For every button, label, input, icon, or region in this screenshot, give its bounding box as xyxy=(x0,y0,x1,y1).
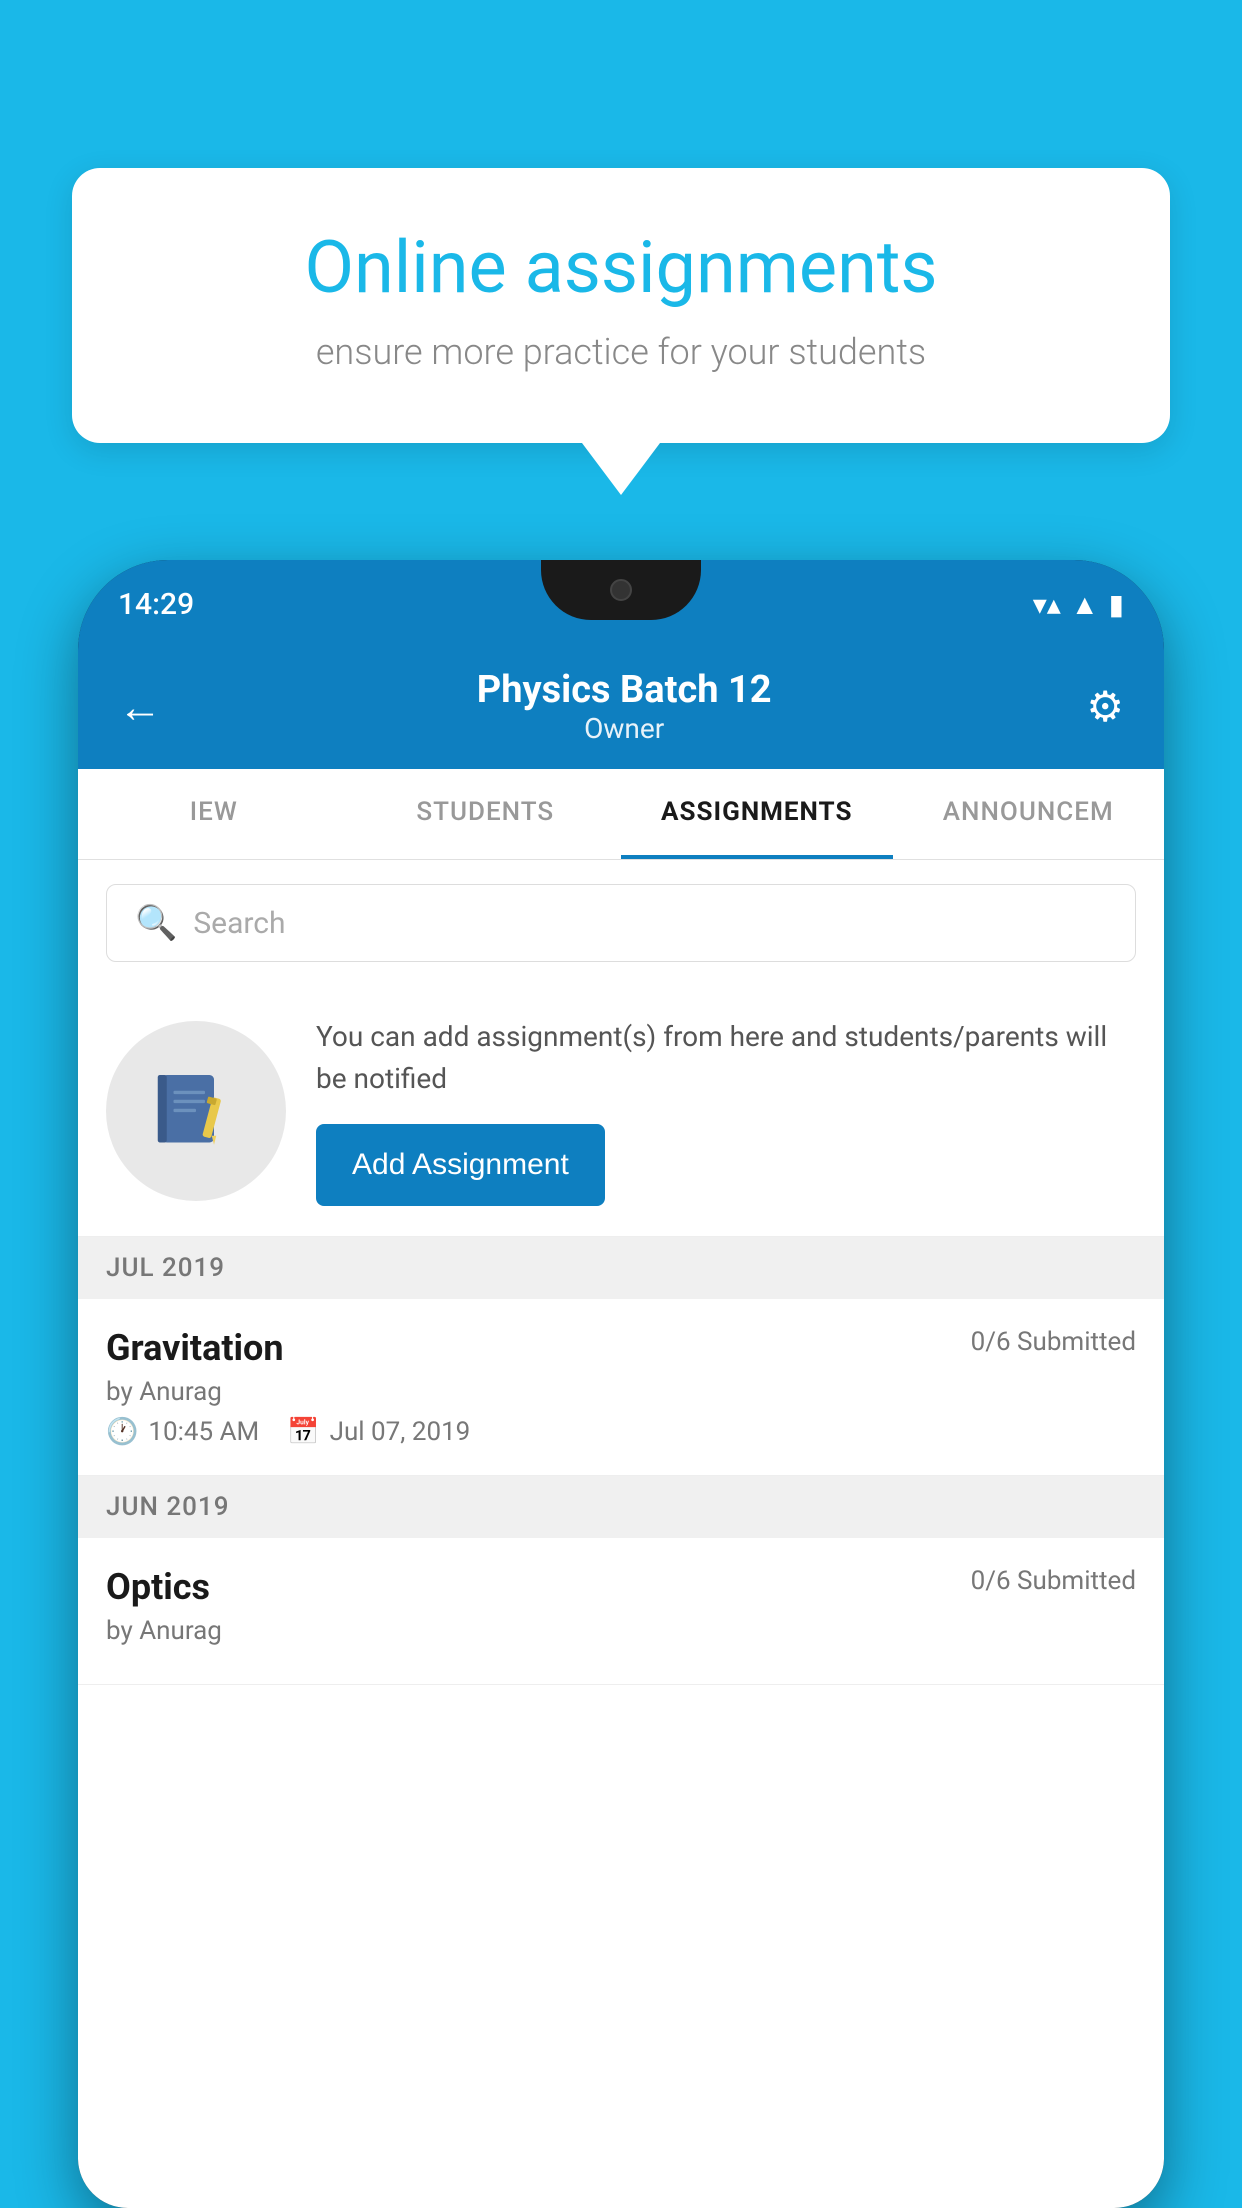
search-input[interactable]: Search xyxy=(193,906,285,941)
settings-icon[interactable]: ⚙ xyxy=(1086,682,1124,732)
bubble-title: Online assignments xyxy=(142,228,1100,307)
section-header-jul: JUL 2019 xyxy=(78,1237,1164,1299)
assignment-author: by Anurag xyxy=(106,1377,1136,1407)
calendar-icon: 📅 xyxy=(287,1417,319,1447)
info-banner: You can add assignment(s) from here and … xyxy=(78,986,1164,1237)
notebook-circle xyxy=(106,1021,286,1201)
assignment-date: 📅 Jul 07, 2019 xyxy=(287,1417,470,1447)
search-icon: 🔍 xyxy=(135,903,177,943)
section-header-jun: JUN 2019 xyxy=(78,1476,1164,1538)
wifi-icon: ▾▴ xyxy=(1033,588,1061,621)
assignment-item[interactable]: Gravitation 0/6 Submitted by Anurag 🕐 10… xyxy=(78,1299,1164,1476)
header-subtitle: Owner xyxy=(477,712,772,745)
optics-status: 0/6 Submitted xyxy=(971,1566,1136,1596)
clock-icon: 🕐 xyxy=(106,1417,138,1447)
tab-assignments[interactable]: ASSIGNMENTS xyxy=(621,769,893,859)
header-center: Physics Batch 12 Owner xyxy=(477,668,772,745)
bubble-subtitle: ensure more practice for your students xyxy=(142,331,1100,373)
tab-students[interactable]: STUDENTS xyxy=(350,769,622,859)
optics-name: Optics xyxy=(106,1566,210,1608)
search-bar[interactable]: 🔍 Search xyxy=(106,884,1136,962)
assignment-status: 0/6 Submitted xyxy=(971,1327,1136,1357)
header-title: Physics Batch 12 xyxy=(477,668,772,712)
assignment-meta: 🕐 10:45 AM 📅 Jul 07, 2019 xyxy=(106,1417,1136,1447)
tab-iew[interactable]: IEW xyxy=(78,769,350,859)
optics-author: by Anurag xyxy=(106,1616,1136,1646)
assignment-top: Gravitation 0/6 Submitted xyxy=(106,1327,1136,1369)
tabs-bar: IEW STUDENTS ASSIGNMENTS ANNOUNCEM xyxy=(78,769,1164,860)
tab-announcements[interactable]: ANNOUNCEM xyxy=(893,769,1165,859)
optics-top: Optics 0/6 Submitted xyxy=(106,1566,1136,1608)
notebook-icon xyxy=(151,1066,241,1156)
camera xyxy=(610,579,632,601)
signal-icon: ▲ xyxy=(1071,588,1099,621)
app-header: ← Physics Batch 12 Owner ⚙ xyxy=(78,648,1164,769)
info-text: You can add assignment(s) from here and … xyxy=(316,1016,1136,1100)
battery-icon: ▮ xyxy=(1109,588,1124,621)
status-icons: ▾▴ ▲ ▮ xyxy=(1033,588,1124,621)
search-container: 🔍 Search xyxy=(78,860,1164,986)
assignment-item-optics[interactable]: Optics 0/6 Submitted by Anurag xyxy=(78,1538,1164,1685)
screen-content: 🔍 Search xyxy=(78,860,1164,2208)
assignment-time: 🕐 10:45 AM xyxy=(106,1417,259,1447)
add-assignment-button[interactable]: Add Assignment xyxy=(316,1124,605,1206)
assignment-name: Gravitation xyxy=(106,1327,284,1369)
speech-bubble: Online assignments ensure more practice … xyxy=(72,168,1170,443)
back-button[interactable]: ← xyxy=(118,681,162,733)
notch xyxy=(541,560,701,620)
status-bar: 14:29 ▾▴ ▲ ▮ xyxy=(78,560,1164,648)
phone-frame: 14:29 ▾▴ ▲ ▮ ← Physics Batch 12 Owner ⚙ … xyxy=(78,560,1164,2208)
status-time: 14:29 xyxy=(118,587,194,622)
info-right: You can add assignment(s) from here and … xyxy=(316,1016,1136,1206)
